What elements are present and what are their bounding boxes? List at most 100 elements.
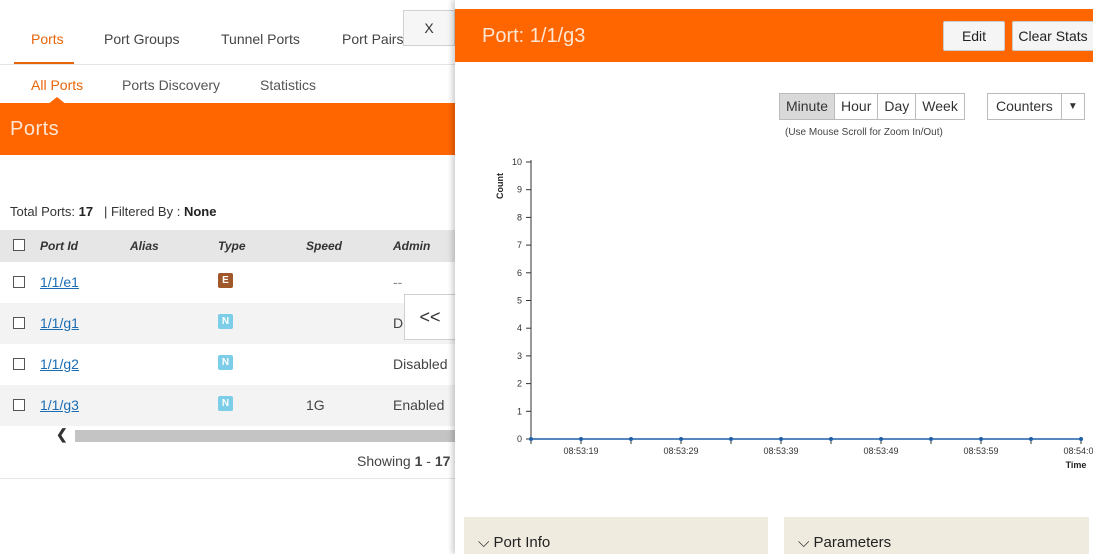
collapse-panel-button[interactable]: << bbox=[404, 294, 455, 340]
y-tick-label: 6 bbox=[517, 268, 522, 278]
counters-chart[interactable]: 0 1 2 3 4 5 6 7 8 9 10 Count 08:53:19 08:53:29 08:53:3… bbox=[475, 150, 1093, 480]
clear-stats-button[interactable]: Clear Stats bbox=[1012, 21, 1093, 51]
parameters-text: Parameters bbox=[813, 534, 892, 551]
scroll-left-icon[interactable]: ❮ bbox=[56, 426, 68, 443]
ports-header: Ports bbox=[0, 103, 455, 155]
admin-cell: D bbox=[393, 315, 404, 331]
table-row[interactable]: 1/1/g1 N D bbox=[0, 303, 455, 344]
data-point bbox=[629, 437, 633, 441]
scrollbar-thumb[interactable] bbox=[75, 430, 455, 442]
data-point bbox=[929, 437, 933, 441]
tab-statistics[interactable]: Statistics bbox=[260, 77, 316, 93]
ports-summary: Total Ports: 17 | Filtered By : None bbox=[10, 204, 216, 219]
pager-status: Showing 1 - 17 of bbox=[357, 453, 455, 469]
horizontal-scrollbar[interactable]: ❮ bbox=[40, 426, 455, 444]
y-tick-label: 10 bbox=[512, 157, 522, 167]
close-button[interactable]: X bbox=[403, 10, 455, 46]
y-tick-label: 3 bbox=[517, 351, 522, 361]
total-ports-value: 17 bbox=[78, 204, 94, 219]
y-tick-label: 5 bbox=[517, 296, 522, 306]
y-tick-label: 0 bbox=[517, 434, 522, 444]
y-axis-label: Count bbox=[495, 173, 505, 199]
counters-dropdown-icon[interactable]: ▼ bbox=[1060, 93, 1085, 120]
tab-port-pairs[interactable]: Port Pairs bbox=[342, 31, 403, 47]
data-point bbox=[579, 437, 583, 441]
sub-tabs: All Ports Ports Discovery Statistics bbox=[0, 65, 455, 103]
port-info-label[interactable]: ⌵ Port Info bbox=[478, 534, 550, 551]
tab-all-ports[interactable]: All Ports bbox=[31, 77, 83, 93]
row-checkbox[interactable] bbox=[13, 276, 25, 288]
time-range-group: Minute Hour Day Week bbox=[779, 93, 965, 120]
divider bbox=[0, 478, 455, 479]
detail-title: Port: 1/1/g3 bbox=[482, 25, 586, 47]
total-ports-label: Total Ports: bbox=[10, 204, 76, 219]
row-checkbox[interactable] bbox=[13, 358, 25, 370]
header-notch bbox=[47, 97, 67, 105]
row-checkbox[interactable] bbox=[13, 317, 25, 329]
x-tick-label: 08:53:59 bbox=[963, 446, 998, 456]
data-point bbox=[979, 437, 983, 441]
port-info-text: Port Info bbox=[493, 534, 551, 551]
port-id-link[interactable]: 1/1/g3 bbox=[40, 397, 79, 413]
x-axis-label: Time bbox=[1066, 460, 1087, 470]
hour-button[interactable]: Hour bbox=[834, 93, 879, 120]
filtered-by-value: None bbox=[183, 204, 217, 219]
port-info-section[interactable]: ⌵ Port Info bbox=[464, 517, 768, 554]
column-port-id[interactable]: Port Id bbox=[40, 239, 78, 253]
data-point bbox=[529, 437, 533, 441]
type-badge: N bbox=[218, 314, 233, 329]
data-point bbox=[1079, 437, 1083, 441]
parameters-section[interactable]: ⌵ Parameters bbox=[784, 517, 1089, 554]
filtered-by-label: | Filtered By : bbox=[103, 204, 181, 219]
y-tick-label: 9 bbox=[517, 185, 522, 195]
type-badge: N bbox=[218, 396, 233, 411]
row-checkbox[interactable] bbox=[13, 399, 25, 411]
counters-group: Counters ▼ bbox=[987, 93, 1085, 120]
column-type[interactable]: Type bbox=[218, 239, 246, 253]
parameters-label[interactable]: ⌵ Parameters bbox=[798, 534, 891, 551]
minute-button[interactable]: Minute bbox=[779, 93, 836, 120]
pager-prefix: Showing bbox=[357, 453, 415, 469]
column-alias[interactable]: Alias bbox=[130, 239, 159, 253]
data-point bbox=[1029, 437, 1033, 441]
counters-button[interactable]: Counters bbox=[987, 93, 1062, 120]
pager-end: 17 bbox=[434, 453, 451, 469]
table-row[interactable]: 1/1/g2 N Disabled bbox=[0, 344, 455, 385]
pager-sep: - bbox=[422, 453, 435, 469]
port-id-link[interactable]: 1/1/e1 bbox=[40, 274, 79, 290]
y-tick-label: 4 bbox=[517, 323, 522, 333]
tab-port-groups[interactable]: Port Groups bbox=[104, 31, 179, 47]
data-point bbox=[829, 437, 833, 441]
port-id-link[interactable]: 1/1/g2 bbox=[40, 356, 79, 372]
x-tick-label: 08:53:39 bbox=[763, 446, 798, 456]
admin-cell: Disabled bbox=[393, 356, 448, 372]
table-header: Port Id Alias Type Speed Admin bbox=[0, 230, 455, 262]
day-button[interactable]: Day bbox=[877, 93, 917, 120]
y-tick-label: 7 bbox=[517, 240, 522, 250]
admin-cell: -- bbox=[393, 274, 403, 290]
top-tabs: Ports Port Groups Tunnel Ports Port Pair… bbox=[0, 0, 455, 64]
tab-tunnel-ports[interactable]: Tunnel Ports bbox=[221, 31, 300, 47]
select-all-checkbox[interactable] bbox=[13, 239, 25, 251]
port-id-link[interactable]: 1/1/g1 bbox=[40, 315, 79, 331]
ports-title: Ports bbox=[10, 118, 60, 140]
chart-svg[interactable]: 0 1 2 3 4 5 6 7 8 9 10 Count 08:53:19 08:53:29 08:53:3… bbox=[475, 150, 1093, 480]
table-row[interactable]: 1/1/e1 E -- bbox=[0, 262, 455, 303]
admin-cell: Enabled bbox=[393, 397, 445, 413]
x-tick-label: 08:53:29 bbox=[663, 446, 698, 456]
column-admin[interactable]: Admin bbox=[393, 239, 430, 253]
table-row[interactable]: 1/1/g3 N 1G Enabled bbox=[0, 385, 455, 426]
x-tick-label: 08:53:49 bbox=[863, 446, 898, 456]
y-tick-label: 1 bbox=[517, 406, 522, 416]
tab-ports[interactable]: Ports bbox=[31, 31, 64, 47]
tab-ports-discovery[interactable]: Ports Discovery bbox=[122, 77, 220, 93]
type-badge: N bbox=[218, 355, 233, 370]
ports-panel: Ports Port Groups Tunnel Ports Port Pair… bbox=[0, 0, 455, 554]
detail-header: Port: 1/1/g3 Edit Clear Stats bbox=[455, 9, 1093, 62]
edit-button[interactable]: Edit bbox=[943, 21, 1005, 51]
data-point bbox=[779, 437, 783, 441]
x-tick-label: 08:54:09 bbox=[1063, 446, 1093, 456]
data-point bbox=[679, 437, 683, 441]
week-button[interactable]: Week bbox=[915, 93, 965, 120]
column-speed[interactable]: Speed bbox=[306, 239, 342, 253]
